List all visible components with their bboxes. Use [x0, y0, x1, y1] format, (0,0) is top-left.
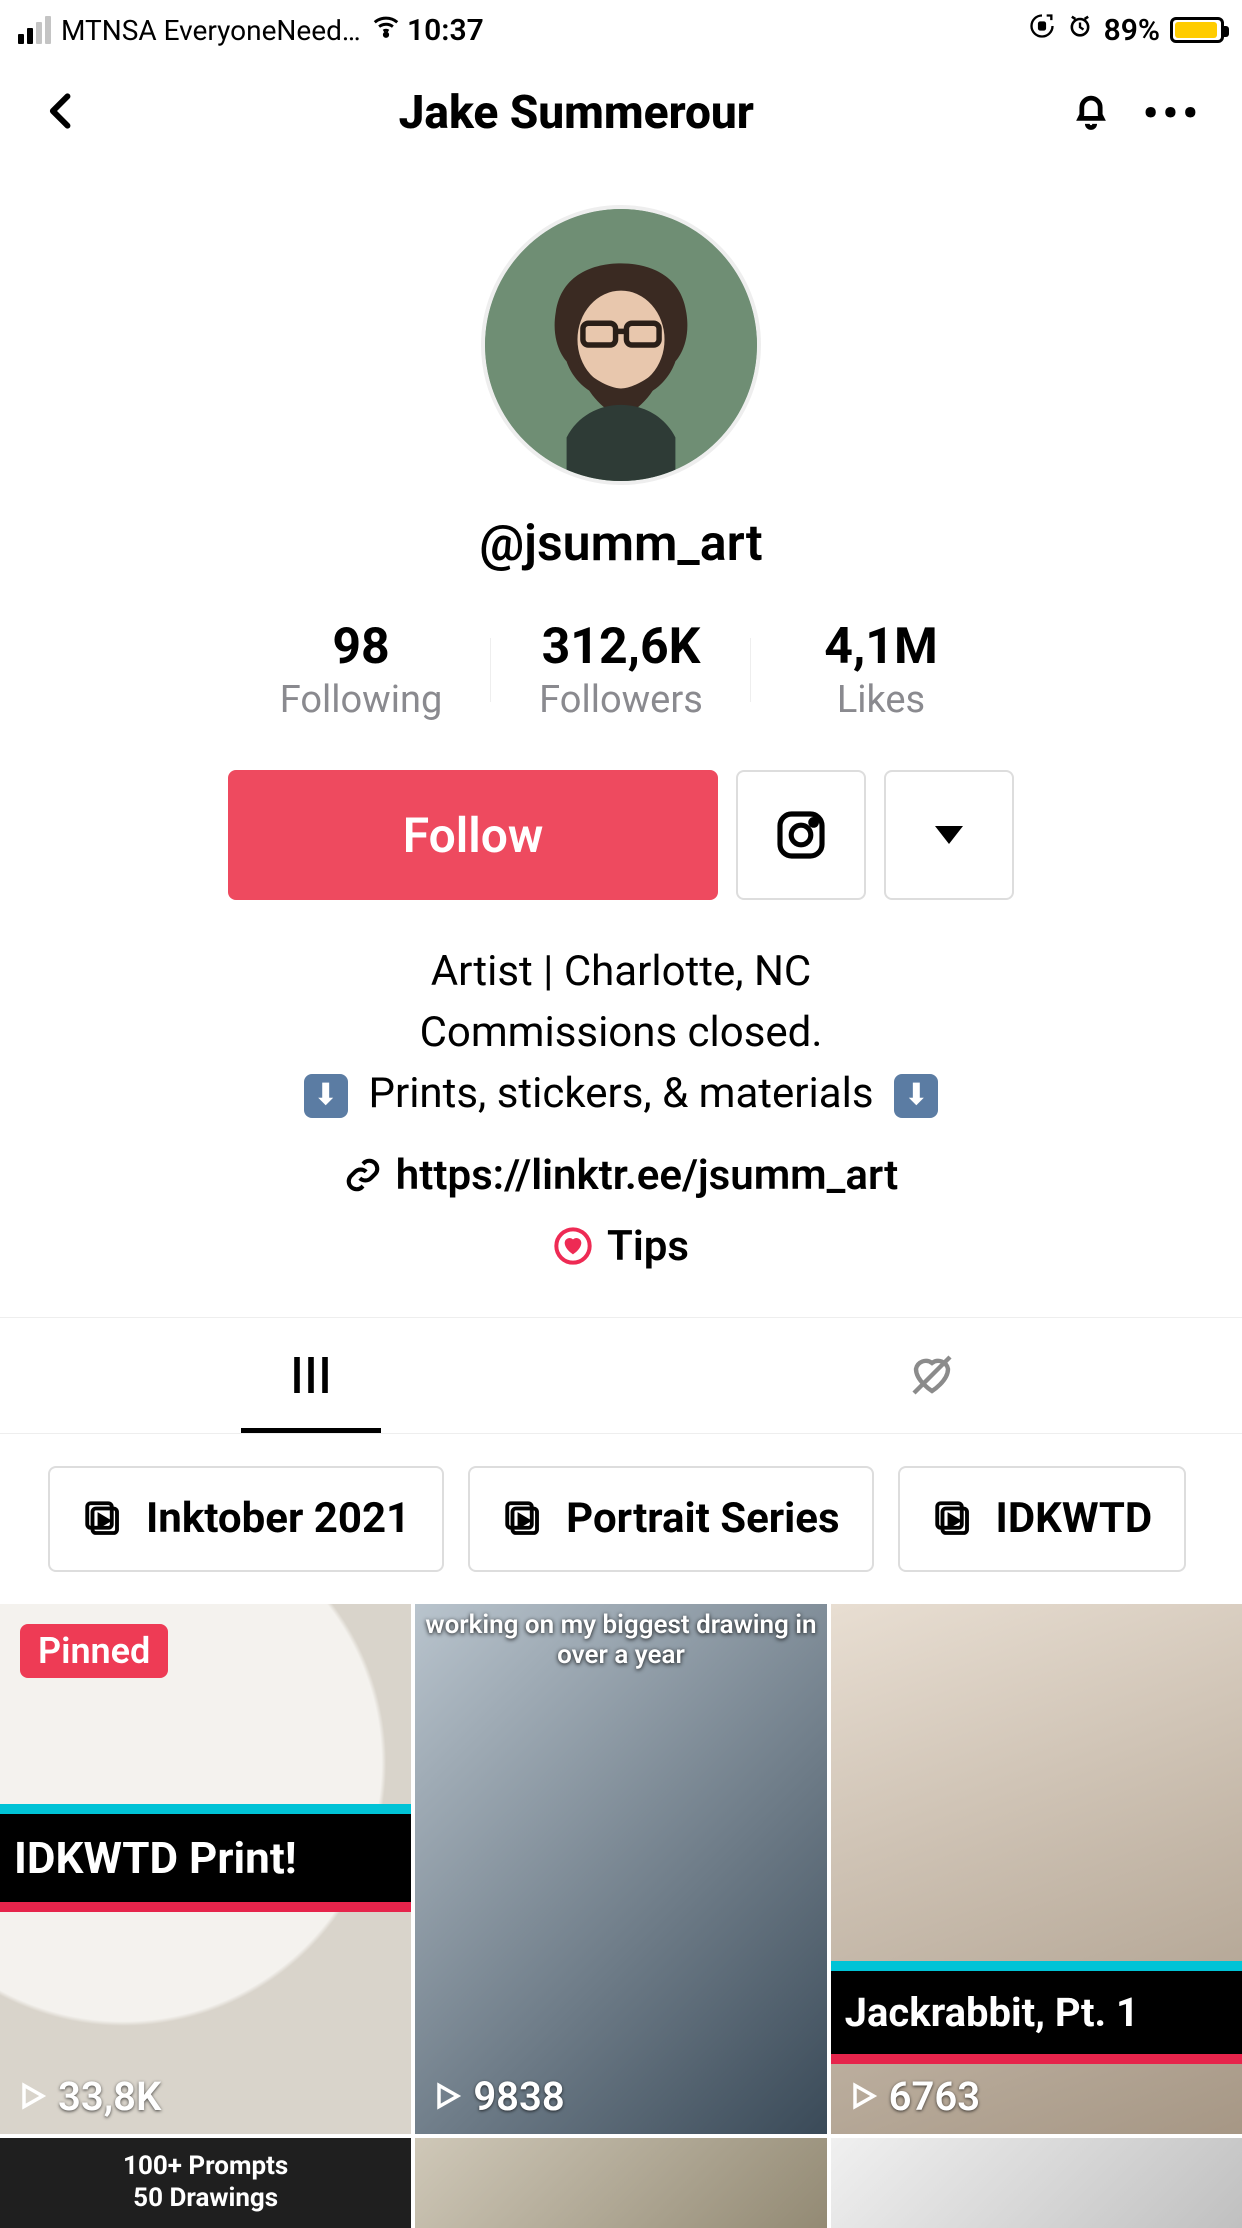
tips-label: Tips: [607, 1222, 689, 1271]
bio-line-2: Commissions closed.: [304, 1003, 939, 1064]
playlist-item[interactable]: IDKWTD: [898, 1466, 1187, 1572]
play-icon: [431, 2080, 463, 2112]
video-views: 6763: [847, 2073, 980, 2120]
video-grid: Pinned IDKWTD Print! 33,8K working on my…: [0, 1604, 1242, 2134]
link-icon: [344, 1156, 382, 1194]
play-icon: [16, 2080, 48, 2112]
video-thumbnail[interactable]: 100+ Prompts 50 Drawings: [0, 2138, 411, 2228]
video-thumbnail[interactable]: Jackrabbit, Pt. 1 6763: [831, 1604, 1242, 2134]
down-arrow-emoji-icon: [304, 1074, 348, 1118]
orientation-lock-icon: [1028, 12, 1056, 48]
followers-label: Followers: [491, 678, 751, 722]
following-stat[interactable]: 98 Following: [231, 618, 491, 722]
video-views: 9838: [431, 2073, 564, 2120]
playlist-label: IDKWTD: [996, 1494, 1153, 1543]
nav-header: Jake Summerour •••: [0, 60, 1242, 165]
carrier-label: MTNSA EveryoneNeed...: [61, 14, 361, 47]
playlist-label: Portrait Series: [566, 1494, 839, 1543]
followers-count: 312,6K: [491, 618, 751, 676]
video-thumbnail[interactable]: working on my biggest drawing in over a …: [415, 1604, 826, 2134]
play-icon: [847, 2080, 879, 2112]
likes-label: Likes: [751, 678, 1011, 722]
more-button[interactable]: •••: [1113, 87, 1202, 139]
video-thumbnail[interactable]: [415, 2138, 826, 2228]
down-arrow-emoji-icon: [894, 1074, 938, 1118]
battery-percent: 89%: [1104, 13, 1160, 48]
video-overlay-title: Jackrabbit, Pt. 1: [831, 1961, 1242, 2064]
video-grid-row-2: 100+ Prompts 50 Drawings: [0, 2138, 1242, 2228]
profile-section: @jsumm_art 98 Following 312,6K Followers…: [0, 165, 1242, 1271]
playlist-item[interactable]: Inktober 2021: [48, 1466, 444, 1572]
status-bar: MTNSA EveryoneNeed... 10:37 89%: [0, 0, 1242, 60]
follow-button[interactable]: Follow: [228, 770, 718, 900]
suggested-dropdown-button[interactable]: [884, 770, 1014, 900]
video-views: 33,8K: [16, 2073, 161, 2120]
following-label: Following: [231, 678, 491, 722]
video-thumbnail[interactable]: [831, 2138, 1242, 2228]
chevron-down-icon: [935, 826, 963, 844]
instagram-button[interactable]: [736, 770, 866, 900]
stats-row: 98 Following 312,6K Followers 4,1M Likes: [231, 618, 1011, 722]
likes-stat[interactable]: 4,1M Likes: [751, 618, 1011, 722]
signal-icon: [18, 16, 51, 44]
likes-count: 4,1M: [751, 618, 1011, 676]
video-caption: 100+ Prompts 50 Drawings: [123, 2151, 288, 2213]
playlist-icon: [932, 1498, 974, 1540]
bio-link-text: https://linktr.ee/jsumm_art: [396, 1151, 898, 1200]
avatar[interactable]: [481, 205, 761, 485]
notifications-button[interactable]: [1069, 89, 1113, 137]
playlist-item[interactable]: Portrait Series: [468, 1466, 873, 1572]
alarm-icon: [1066, 12, 1094, 48]
tips-icon: [553, 1226, 593, 1266]
playlist-label: Inktober 2021: [146, 1494, 410, 1543]
bio: Artist | Charlotte, NC Commissions close…: [304, 942, 939, 1125]
heart-lock-icon: [908, 1351, 956, 1399]
tab-liked[interactable]: [621, 1318, 1242, 1433]
playlist-icon: [82, 1498, 124, 1540]
action-buttons: Follow: [228, 770, 1014, 900]
playlist-row: Inktober 2021 Portrait Series IDKWTD: [0, 1434, 1242, 1604]
following-count: 98: [231, 618, 491, 676]
video-overlay-title: IDKWTD Print!: [0, 1804, 411, 1912]
battery-icon: [1170, 17, 1224, 43]
pinned-badge: Pinned: [20, 1624, 168, 1678]
followers-stat[interactable]: 312,6K Followers: [491, 618, 751, 722]
clock: 10:37: [401, 13, 1028, 48]
tab-videos[interactable]: [0, 1318, 621, 1433]
grid-icon: [287, 1351, 335, 1399]
bio-link[interactable]: https://linktr.ee/jsumm_art: [344, 1151, 898, 1200]
username: @jsumm_art: [479, 515, 762, 573]
tips-button[interactable]: Tips: [553, 1222, 689, 1271]
video-thumbnail[interactable]: Pinned IDKWTD Print! 33,8K: [0, 1604, 411, 2134]
wifi-icon: [371, 11, 401, 49]
bio-line-1: Artist | Charlotte, NC: [304, 942, 939, 1003]
playlist-icon: [502, 1498, 544, 1540]
bio-line-3: Prints, stickers, & materials: [304, 1064, 939, 1125]
video-caption: working on my biggest drawing in over a …: [415, 1610, 826, 1670]
page-title: Jake Summerour: [84, 86, 1069, 140]
back-button[interactable]: [40, 89, 84, 137]
content-tabs: [0, 1317, 1242, 1434]
